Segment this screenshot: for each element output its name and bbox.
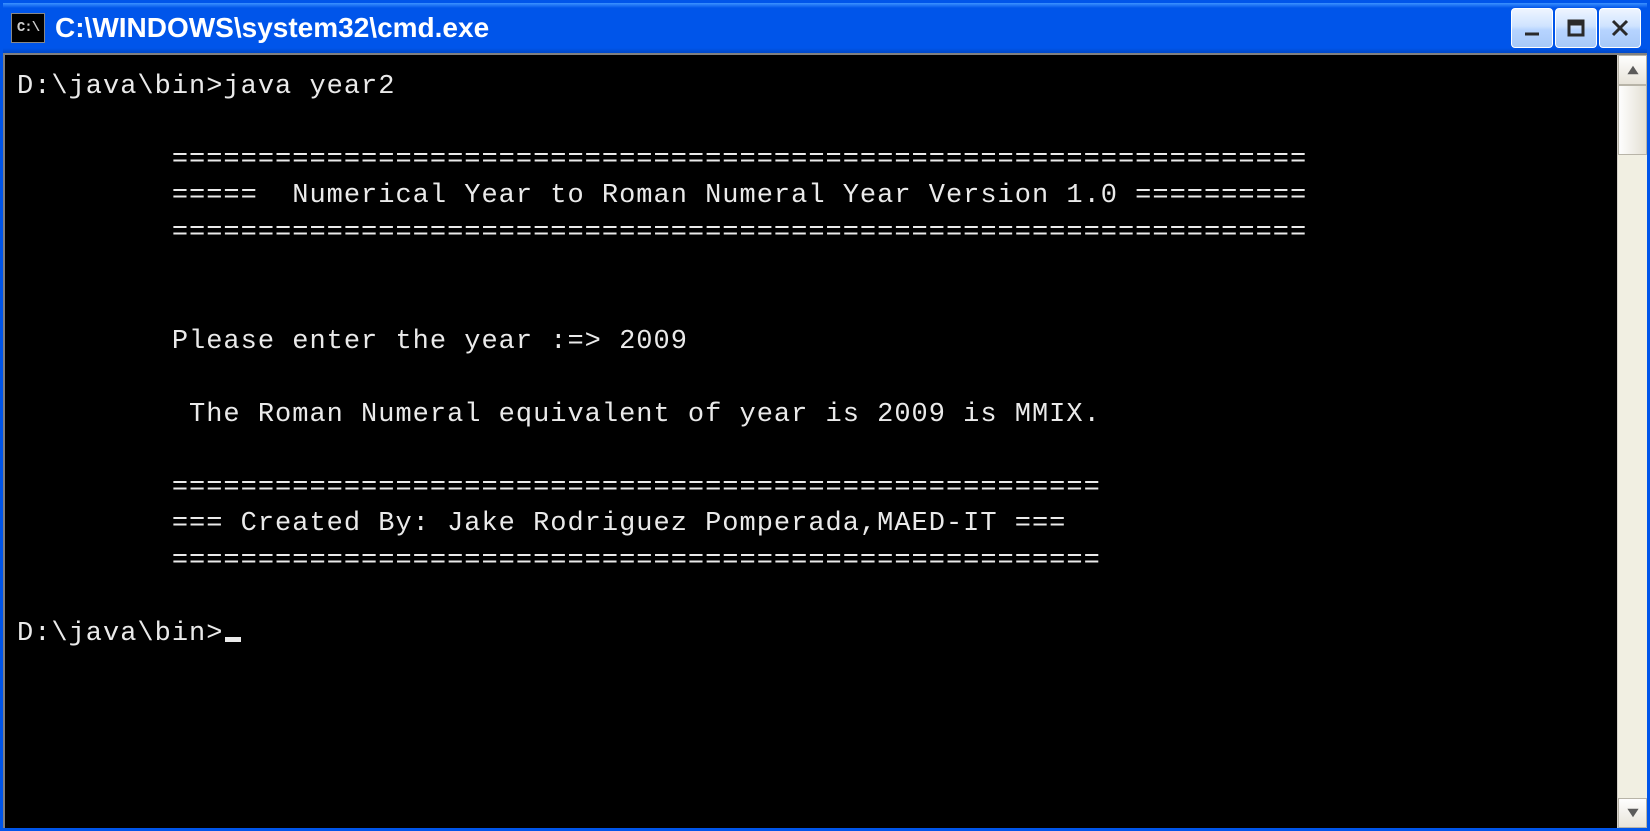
minimize-icon bbox=[1520, 16, 1544, 40]
console-line: ========================================… bbox=[17, 543, 1609, 579]
scroll-down-button[interactable] bbox=[1618, 798, 1647, 828]
console-line: Please enter the year :=> 2009 bbox=[17, 324, 1609, 360]
console-output[interactable]: D:\java\bin>java year2 =================… bbox=[5, 55, 1617, 828]
chevron-up-icon bbox=[1626, 63, 1640, 77]
console-line bbox=[17, 361, 1609, 397]
minimize-button[interactable] bbox=[1511, 8, 1553, 48]
console-line: ========================================… bbox=[17, 142, 1609, 178]
console-line: The Roman Numeral equivalent of year is … bbox=[17, 397, 1609, 433]
console-line bbox=[17, 579, 1609, 615]
console-line: ===== Numerical Year to Roman Numeral Ye… bbox=[17, 178, 1609, 214]
console-line: D:\java\bin> bbox=[17, 616, 1609, 652]
console-line: ========================================… bbox=[17, 215, 1609, 251]
window-controls bbox=[1511, 8, 1641, 48]
console-line: ========================================… bbox=[17, 470, 1609, 506]
console-line bbox=[17, 251, 1609, 287]
scroll-track[interactable] bbox=[1618, 85, 1647, 798]
console-line bbox=[17, 433, 1609, 469]
chevron-down-icon bbox=[1626, 806, 1640, 820]
cursor bbox=[225, 637, 241, 642]
titlebar[interactable]: C:\ C:\WINDOWS\system32\cmd.exe bbox=[3, 3, 1647, 53]
cmd-window: C:\ C:\WINDOWS\system32\cmd.exe D:\java\… bbox=[0, 0, 1650, 831]
console-line bbox=[17, 288, 1609, 324]
scroll-thumb[interactable] bbox=[1618, 85, 1647, 155]
console-line: === Created By: Jake Rodriguez Pomperada… bbox=[17, 506, 1609, 542]
vertical-scrollbar[interactable] bbox=[1617, 55, 1647, 828]
maximize-icon bbox=[1564, 16, 1588, 40]
window-title: C:\WINDOWS\system32\cmd.exe bbox=[55, 12, 1511, 44]
console-line bbox=[17, 105, 1609, 141]
close-icon bbox=[1608, 16, 1632, 40]
scroll-up-button[interactable] bbox=[1618, 55, 1647, 85]
cmd-icon-label: C:\ bbox=[17, 20, 39, 36]
close-button[interactable] bbox=[1599, 8, 1641, 48]
client-area: D:\java\bin>java year2 =================… bbox=[3, 53, 1647, 828]
console-line: D:\java\bin>java year2 bbox=[17, 69, 1609, 105]
cmd-icon: C:\ bbox=[11, 13, 45, 43]
maximize-button[interactable] bbox=[1555, 8, 1597, 48]
